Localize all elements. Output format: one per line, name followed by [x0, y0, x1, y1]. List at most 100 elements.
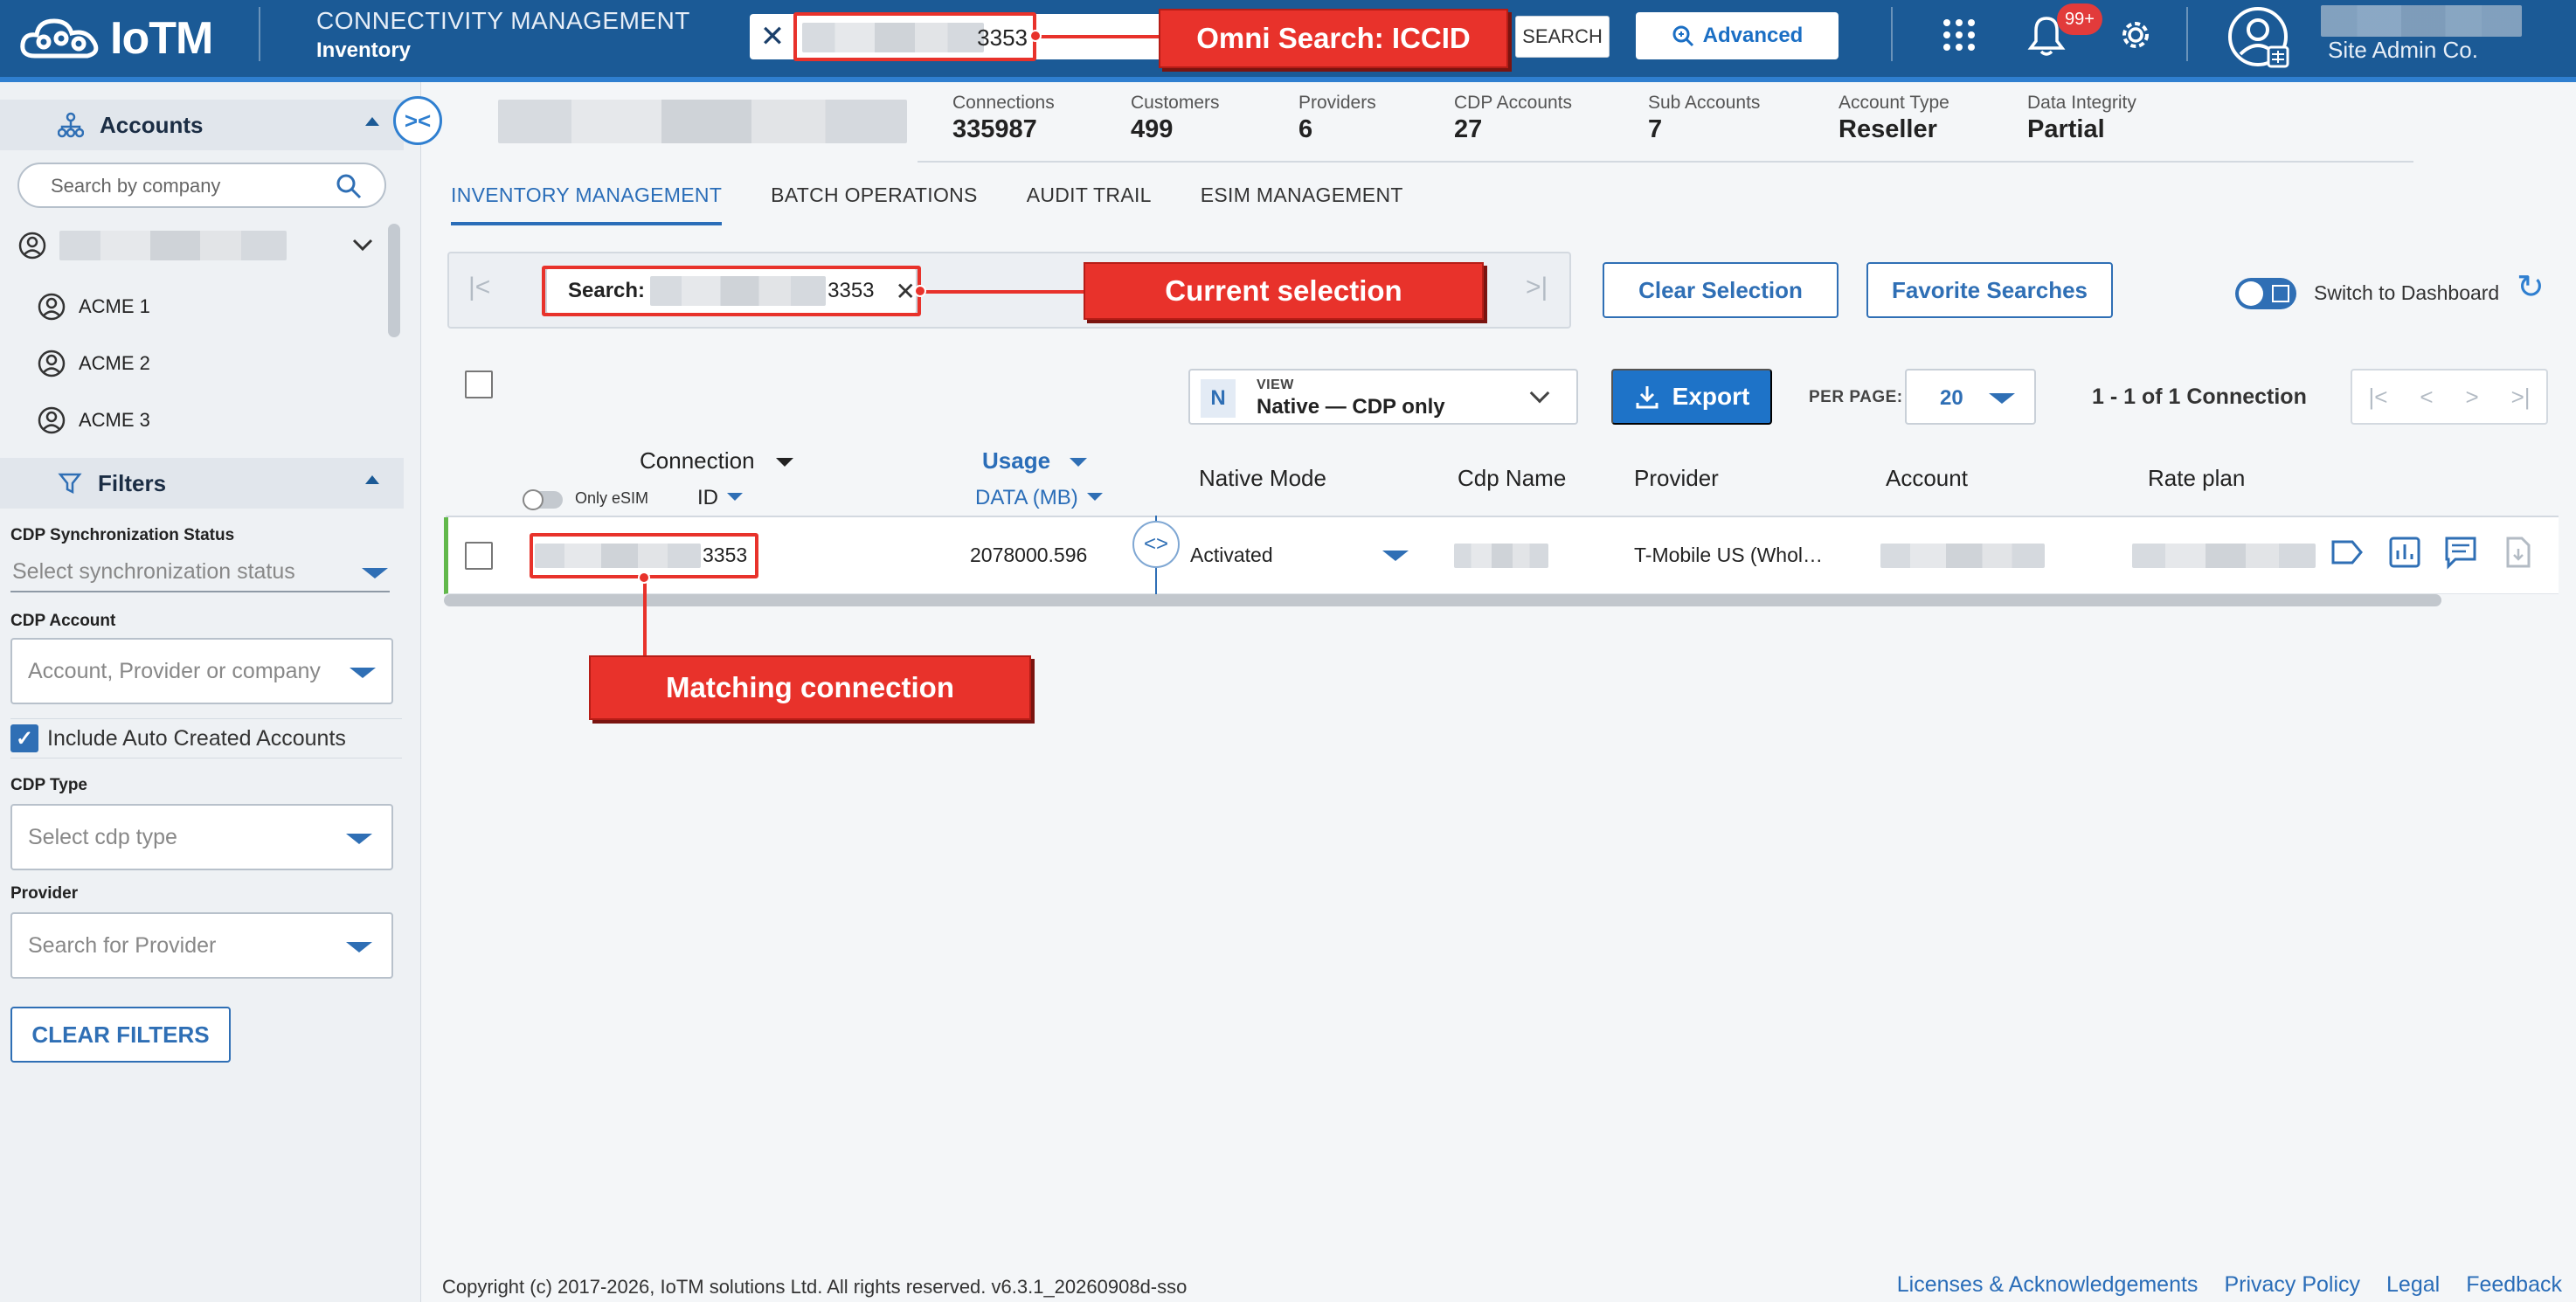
user-menu[interactable] [2225, 3, 2291, 70]
column-provider[interactable]: Provider [1634, 465, 1719, 492]
column-cdp-name[interactable]: Cdp Name [1458, 465, 1566, 492]
company-search-field[interactable] [17, 163, 386, 208]
sync-status-placeholder: Select synchronization status [12, 559, 295, 584]
tab-esim-management[interactable]: ESIM MANAGEMENT [1201, 171, 1403, 225]
callout-connector [1040, 35, 1159, 38]
account-circle-icon [38, 293, 66, 321]
tab-batch-operations[interactable]: BATCH OPERATIONS [771, 171, 978, 225]
clear-filters-button[interactable]: CLEAR FILTERS [10, 1007, 231, 1063]
sort-arrow-icon[interactable] [776, 458, 793, 467]
favorite-searches-button[interactable]: Favorite Searches [1866, 262, 2113, 318]
first-page-icon[interactable]: |< [2368, 384, 2387, 411]
stat-value: 499 [1131, 115, 1174, 143]
filter-funnel-icon [58, 473, 82, 495]
callout-current-selection: Current selection [1084, 262, 1484, 320]
comment-icon[interactable] [2443, 535, 2478, 570]
tree-item-acme-1[interactable]: ACME 1 [37, 292, 150, 322]
column-connection-id[interactable]: ID [697, 486, 718, 510]
redacted-account-title [498, 100, 907, 143]
dropdown-arrow-icon [362, 568, 388, 578]
tab-inventory-management[interactable]: INVENTORY MANAGEMENT [451, 171, 723, 225]
cdp-type-select[interactable]: Select cdp type [10, 804, 393, 870]
provider-placeholder: Search for Provider [28, 933, 217, 958]
tree-item-root[interactable] [17, 231, 374, 260]
settings-gear-icon[interactable] [2115, 14, 2157, 56]
redacted-cdp-name [1454, 544, 1548, 568]
column-rate-plan[interactable]: Rate plan [2148, 465, 2245, 492]
pagination-range: 1 - 1 of 1 Connection [2092, 384, 2307, 409]
provider-select[interactable]: Search for Provider [10, 912, 393, 979]
column-native-mode[interactable]: Native Mode [1199, 465, 1326, 492]
dashboard-toggle[interactable] [2235, 278, 2296, 309]
next-page-icon[interactable]: > [2465, 384, 2478, 411]
sort-arrow-icon[interactable] [1087, 493, 1103, 501]
export-button[interactable]: Export [1611, 369, 1772, 425]
sync-status-select[interactable]: Select synchronization status [10, 552, 390, 592]
checkbox-checked-icon[interactable]: ✓ [10, 724, 38, 752]
table-horizontal-scrollbar[interactable] [444, 594, 2441, 606]
first-page-icon[interactable]: |< [468, 273, 490, 302]
main-tabs: INVENTORY MANAGEMENT BATCH OPERATIONS AU… [451, 171, 1403, 225]
select-all-checkbox[interactable] [465, 371, 493, 398]
cdp-account-label: CDP Account [10, 612, 116, 630]
legal-link[interactable]: Legal [2386, 1272, 2440, 1298]
tree-item-acme-3[interactable]: ACME 3 [37, 405, 150, 435]
view-select[interactable]: N VIEW Native — CDP only [1188, 369, 1578, 425]
callout-connector [643, 582, 647, 655]
tree-item-acme-2[interactable]: ACME 2 [37, 349, 150, 378]
column-connection[interactable]: Connection [640, 447, 755, 474]
sort-arrow-icon[interactable] [727, 493, 743, 501]
include-auto-created-label: Include Auto Created Accounts [47, 725, 346, 751]
apps-grid-icon[interactable] [1940, 16, 1978, 54]
chevron-down-icon[interactable] [351, 238, 374, 253]
stat-connections: Connections 335987 [952, 93, 1055, 144]
search-icon [336, 174, 362, 199]
native-mode-cell[interactable]: Activated [1190, 544, 1273, 567]
cdp-account-select[interactable]: Account, Provider or company [10, 638, 393, 704]
user-organization: Site Admin Co. [2328, 37, 2478, 63]
dropdown-arrow-icon [350, 668, 376, 678]
tag-label-icon[interactable] [2330, 535, 2365, 570]
column-usage[interactable]: Usage [982, 447, 1050, 474]
column-account[interactable]: Account [1886, 465, 1968, 492]
omni-search-button[interactable]: SEARCH [1515, 16, 1610, 58]
last-page-icon[interactable]: >| [2511, 384, 2531, 411]
chevron-down-icon [1529, 383, 1550, 404]
collapse-caret-icon[interactable] [365, 117, 379, 126]
company-search-input[interactable] [51, 173, 330, 199]
privacy-policy-link[interactable]: Privacy Policy [2224, 1272, 2360, 1298]
sort-arrow-icon[interactable] [1070, 458, 1087, 467]
include-auto-created-checkbox[interactable]: ✓ Include Auto Created Accounts [10, 718, 402, 758]
native-mode-dropdown-icon[interactable] [1382, 551, 1409, 561]
callout-dot [638, 571, 650, 584]
collapse-caret-icon[interactable] [365, 475, 379, 484]
dropdown-arrow-icon [346, 834, 372, 844]
advanced-search-button[interactable]: Advanced [1636, 12, 1839, 59]
accounts-section-header[interactable]: Accounts [0, 100, 404, 150]
usage-chart-icon[interactable] [2387, 535, 2422, 570]
logo-text: IoTM [110, 13, 213, 64]
download-document-icon[interactable] [2501, 535, 2536, 570]
row-checkbox[interactable] [465, 542, 493, 570]
switch-to-dashboard-label: Switch to Dashboard [2314, 281, 2500, 304]
filters-section-header[interactable]: Filters [0, 458, 404, 509]
tab-audit-trail[interactable]: AUDIT TRAIL [1027, 171, 1152, 225]
sidebar-scrollbar[interactable] [388, 224, 400, 337]
feedback-link[interactable]: Feedback [2466, 1272, 2562, 1298]
clear-selection-button[interactable]: Clear Selection [1603, 262, 1839, 318]
prev-page-icon[interactable]: < [2420, 384, 2433, 411]
app-logo[interactable]: IoTM [17, 5, 213, 72]
per-page-select[interactable]: 20 [1905, 369, 2036, 425]
code-expand-icon[interactable]: <> [1132, 521, 1180, 568]
licenses-link[interactable]: Licenses & Acknowledgements [1897, 1272, 2199, 1298]
refresh-icon[interactable]: ↻ [2517, 267, 2545, 307]
last-page-icon[interactable]: >| [1526, 273, 1548, 302]
stat-value: 335987 [952, 115, 1037, 143]
column-usage-data[interactable]: DATA (MB) [975, 486, 1078, 510]
accounts-title: Accounts [100, 111, 204, 138]
tree-item-label: ACME 3 [79, 409, 150, 431]
sidebar-collapse-icon[interactable]: >< [393, 96, 442, 145]
only-esim-toggle[interactable] [523, 489, 563, 510]
stat-data-integrity: Data Integrity Partial [2027, 93, 2136, 144]
omni-clear-icon[interactable]: ✕ [753, 19, 792, 54]
